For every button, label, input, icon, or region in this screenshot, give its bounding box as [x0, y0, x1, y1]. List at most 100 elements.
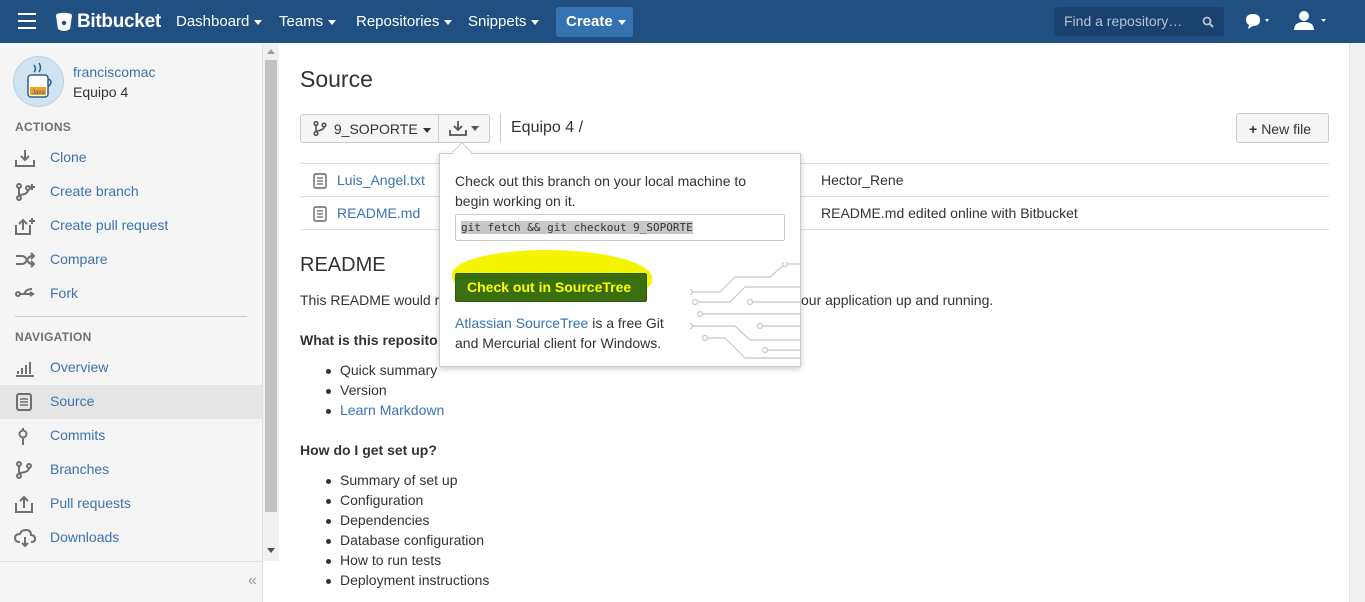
sidebar-item-label: Branches: [50, 461, 110, 477]
file-icon: [313, 206, 327, 222]
search-input[interactable]: Find a repository…: [1054, 7, 1224, 36]
actions-heading: ACTIONS: [15, 120, 72, 134]
pull-request-icon: [15, 218, 35, 235]
checkout-in-sourcetree-button[interactable]: Check out in SourceTree: [455, 273, 647, 302]
branch-name: 9_SOPORTE: [333, 121, 418, 137]
sidebar-item-fork[interactable]: Fork: [0, 277, 262, 311]
chevron-down-icon: [422, 127, 431, 133]
learn-markdown-link[interactable]: Learn Markdown: [325, 402, 444, 418]
branch-icon: [313, 120, 327, 137]
download-icon: [449, 121, 467, 136]
page-title: Source: [300, 66, 373, 92]
sourcetree-link[interactable]: Atlassian SourceTree: [455, 315, 588, 331]
checkout-command-field[interactable]: git fetch && git checkout 9_SOPORTE: [455, 214, 785, 241]
list-item: How to run tests: [325, 552, 442, 568]
readme-heading: What is this reposito: [300, 332, 438, 348]
chevron-down-icon: [254, 19, 263, 25]
sidebar-item-label: Pull requests: [50, 495, 131, 511]
new-file-button[interactable]: + New file: [1236, 113, 1329, 143]
scrollbar-top: [1349, 0, 1365, 43]
list-item: Database configuration: [326, 532, 484, 548]
file-icon: [313, 173, 327, 189]
sidebar-item-compare[interactable]: Compare: [0, 243, 262, 277]
sidebar-item-commits[interactable]: Commits: [0, 419, 262, 453]
nav-repositories[interactable]: Repositories: [356, 13, 453, 30]
sidebar-item-label: Commits: [50, 427, 106, 443]
top-navigation-bar: Bitbucket Dashboard Teams Repositories S…: [0, 0, 1365, 43]
chevron-down-icon: [617, 19, 626, 25]
sidebar-item-overview[interactable]: Overview: [0, 351, 262, 385]
overview-icon: [16, 362, 34, 377]
sidebar-item-label: Create pull request: [50, 217, 169, 233]
sidebar-item-branches[interactable]: Branches: [0, 453, 262, 487]
page-scrollbar[interactable]: [1349, 43, 1365, 602]
account-name[interactable]: franciscomac: [73, 64, 155, 80]
sidebar-divider: [15, 316, 247, 317]
bitbucket-logo-icon: [56, 12, 72, 31]
sidebar-item-label: Compare: [50, 251, 108, 267]
clone-popover: Check out this branch on your local mach…: [439, 153, 801, 367]
list-item: Configuration: [325, 492, 424, 508]
downloads-icon: [14, 529, 36, 547]
plus-icon: +: [1249, 121, 1258, 137]
avatar[interactable]: Java: [13, 56, 64, 107]
sidebar-item-label: Downloads: [50, 529, 120, 545]
list-item: Version: [326, 382, 387, 398]
collapse-sidebar-button[interactable]: «: [248, 572, 257, 590]
sidebar-item-create-pull-request[interactable]: Create pull request: [0, 209, 262, 243]
menu-icon[interactable]: [18, 13, 36, 29]
sidebar-scrollbar[interactable]: [262, 43, 279, 561]
sidebar-item-downloads[interactable]: Downloads: [0, 521, 262, 555]
help-icon: [1246, 14, 1269, 29]
list-item: Quick summary: [325, 362, 438, 378]
fork-icon: [15, 288, 35, 297]
breadcrumb[interactable]: Equipo 4 /: [511, 119, 583, 137]
sidebar-item-create-branch[interactable]: Create branch: [0, 175, 262, 209]
nav-dashboard[interactable]: Dashboard: [176, 13, 263, 30]
java-logo-icon: Java: [27, 62, 52, 98]
sidebar-item-source[interactable]: Source: [0, 385, 262, 419]
sidebar-item-label: Fork: [50, 285, 78, 301]
clone-icon: [15, 150, 35, 167]
checkout-command: git fetch && git checkout 9_SOPORTE: [461, 221, 693, 234]
chevron-down-icon: [328, 19, 337, 25]
navigation-heading: NAVIGATION: [15, 330, 92, 344]
readme-title: README: [300, 254, 386, 276]
commit-message: README.md edited online with Bitbucket: [821, 205, 1078, 221]
popover-instructions: Check out this branch on your local mach…: [455, 173, 747, 209]
readme-heading: How do I get set up?: [300, 442, 437, 458]
bitbucket-logo[interactable]: Bitbucket: [55, 10, 161, 34]
sidebar-item-label: Overview: [50, 359, 109, 375]
scroll-up-arrow-icon[interactable]: [267, 49, 275, 54]
commit-message: Hector_Rene: [821, 172, 904, 188]
pull-requests-icon: [15, 495, 33, 513]
sidebar-item-label: Create branch: [50, 183, 139, 199]
branches-icon: [16, 461, 32, 479]
scrollbar-thumb[interactable]: [265, 60, 277, 512]
sidebar-item-pull-requests[interactable]: Pull requests: [0, 487, 262, 521]
clone-dropdown-button[interactable]: [439, 114, 490, 143]
circuit-decoration-icon: [690, 262, 800, 359]
compare-icon: [16, 252, 36, 268]
nav-snippets[interactable]: Snippets: [468, 13, 540, 30]
file-name[interactable]: Luis_Angel.txt: [337, 172, 425, 188]
chevron-down-icon: [444, 19, 453, 25]
user-menu[interactable]: [1294, 10, 1330, 35]
chevron-down-icon: [531, 19, 540, 25]
nav-teams[interactable]: Teams: [279, 13, 337, 30]
help-menu[interactable]: [1244, 12, 1272, 33]
file-name[interactable]: README.md: [337, 205, 420, 221]
create-button[interactable]: Create: [556, 7, 633, 37]
scroll-down-arrow-icon[interactable]: [267, 548, 275, 553]
sidebar-footer-divider: [0, 561, 262, 562]
svg-text:Java: Java: [32, 90, 45, 96]
brand-name: Bitbucket: [77, 11, 161, 32]
readme-intro-end: our application up and running.: [801, 292, 994, 308]
branch-selector[interactable]: 9_SOPORTE: [300, 114, 439, 143]
sidebar-item-label: Clone: [50, 149, 87, 165]
team-name: Equipo 4: [73, 84, 129, 100]
branch-icon: [16, 183, 35, 201]
list-item: Summary of set up: [326, 472, 458, 488]
sidebar-item-clone[interactable]: Clone: [0, 141, 262, 175]
source-icon: [16, 393, 32, 411]
